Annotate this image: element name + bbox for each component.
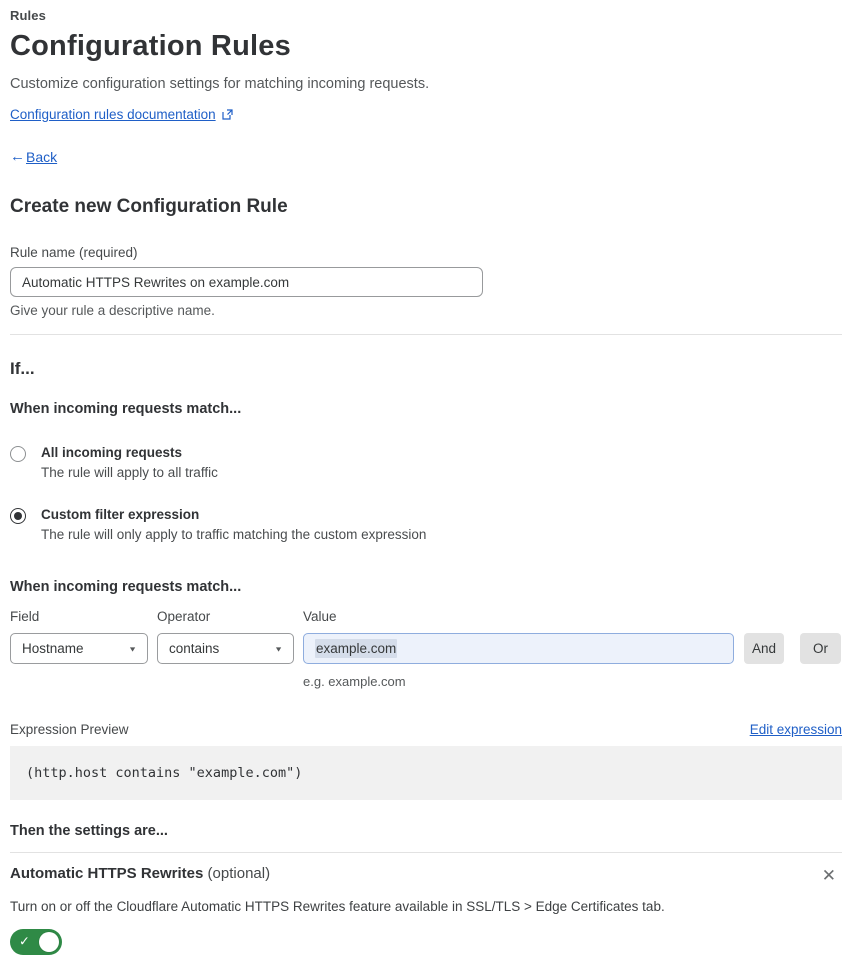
back-arrow-icon: ←	[10, 148, 25, 165]
radio-option-custom-filter[interactable]: Custom filter expression The rule will o…	[10, 507, 842, 542]
documentation-link[interactable]: Configuration rules documentation	[10, 107, 216, 122]
radio-description: The rule will apply to all traffic	[41, 465, 218, 480]
expression-preview-block: (http.host contains "example.com")	[10, 746, 842, 800]
expression-code: (http.host contains "example.com")	[26, 765, 303, 781]
breadcrumb: Rules	[10, 8, 46, 23]
operator-select[interactable]: contains ▼	[157, 633, 294, 664]
expression-preview-label: Expression Preview	[10, 722, 129, 737]
value-input[interactable]: example.com	[303, 633, 734, 664]
radio-label: Custom filter expression	[41, 507, 200, 522]
chevron-down-icon: ▼	[128, 644, 137, 653]
match-heading: When incoming requests match...	[10, 401, 242, 417]
then-settings-heading: Then the settings are...	[10, 823, 168, 839]
radio-button-selected[interactable]	[10, 508, 26, 524]
create-rule-section-title: Create new Configuration Rule	[10, 196, 288, 217]
radio-description: The rule will only apply to traffic matc…	[41, 527, 427, 542]
radio-label: All incoming requests	[41, 445, 183, 460]
edit-expression-link[interactable]: Edit expression	[750, 722, 842, 737]
expression-builder-row: Field Hostname ▼ Operator contains ▼ Val…	[10, 609, 842, 664]
page-title: Configuration Rules	[10, 30, 291, 62]
back-link[interactable]: Back	[26, 149, 57, 165]
request-match-radio-group: All incoming requests The rule will appl…	[10, 445, 842, 542]
toggle-knob	[39, 932, 59, 952]
configuration-rules-page: Rules Configuration Rules Customize conf…	[0, 0, 852, 960]
rule-name-input[interactable]	[10, 267, 483, 297]
chevron-down-icon: ▼	[274, 644, 283, 653]
section-divider	[10, 334, 842, 335]
operator-select-value: contains	[169, 641, 220, 656]
close-icon[interactable]: ✕	[818, 865, 840, 886]
if-section-title: If...	[10, 359, 35, 378]
radio-option-all-requests[interactable]: All incoming requests The rule will appl…	[10, 445, 842, 480]
value-column-label: Value	[303, 609, 337, 624]
page-subtitle: Customize configuration settings for mat…	[10, 76, 430, 92]
setting-title: Automatic HTTPS Rewrites (optional)	[10, 865, 270, 882]
and-button[interactable]: And	[744, 633, 784, 664]
expression-builder-heading: When incoming requests match...	[10, 579, 242, 595]
setting-optional-tag: (optional)	[207, 865, 271, 882]
field-select-value: Hostname	[22, 641, 84, 656]
value-input-text: example.com	[315, 639, 398, 658]
field-select[interactable]: Hostname ▼	[10, 633, 148, 664]
automatic-https-rewrites-toggle[interactable]: ✓	[10, 929, 62, 955]
field-column-label: Field	[10, 609, 40, 624]
or-button[interactable]: Or	[800, 633, 841, 664]
check-icon: ✓	[19, 933, 30, 949]
operator-column-label: Operator	[157, 609, 211, 624]
rule-name-help: Give your rule a descriptive name.	[10, 303, 215, 318]
value-example-help: e.g. example.com	[303, 674, 406, 689]
setting-card-automatic-https-rewrites: Automatic HTTPS Rewrites (optional) ✕ Tu…	[10, 852, 842, 960]
radio-button-unselected[interactable]	[10, 446, 26, 462]
setting-description: Turn on or off the Cloudflare Automatic …	[10, 899, 665, 914]
setting-title-text: Automatic HTTPS Rewrites	[10, 865, 204, 882]
rule-name-label: Rule name (required)	[10, 245, 138, 260]
external-link-icon	[222, 109, 233, 120]
